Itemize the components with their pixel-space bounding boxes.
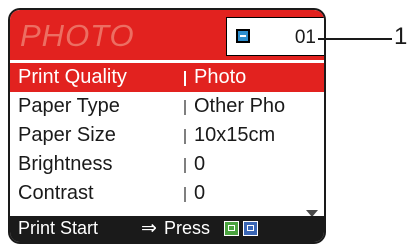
ink-cartridge-icon bbox=[236, 29, 250, 43]
menu-item-brightness[interactable]: Brightness 0 bbox=[10, 150, 324, 179]
separator bbox=[184, 100, 186, 115]
menu-item-paper-size[interactable]: Paper Size 10x15cm bbox=[10, 121, 324, 150]
menu-item-label: Paper Size bbox=[18, 124, 116, 146]
menu-item-value: 0 bbox=[194, 153, 206, 175]
settings-menu: Print Quality Photo Paper Type Other Pho… bbox=[10, 63, 324, 208]
screen-header: PHOTO 01 bbox=[10, 10, 324, 60]
footer-print-start: Print Start bbox=[18, 218, 99, 238]
lcd-screen: PHOTO 01 Print Quality Photo Paper Type … bbox=[8, 8, 326, 244]
menu-item-value: Photo bbox=[194, 66, 247, 88]
menu-item-print-quality[interactable]: Print Quality Photo bbox=[10, 63, 324, 92]
separator bbox=[184, 158, 186, 173]
colour-start-icon bbox=[243, 221, 258, 236]
copy-counter: 01 bbox=[226, 17, 324, 56]
menu-item-contrast[interactable]: Contrast 0 bbox=[10, 179, 324, 208]
separator bbox=[184, 187, 186, 202]
separator bbox=[184, 129, 186, 144]
menu-item-value: 0 bbox=[194, 182, 206, 204]
separator bbox=[184, 71, 186, 86]
menu-item-paper-type[interactable]: Paper Type Other Pho bbox=[10, 92, 324, 121]
menu-item-value: 10x15cm bbox=[194, 124, 276, 146]
callout-number: 1 bbox=[394, 23, 408, 50]
callout-leader-line bbox=[318, 38, 392, 40]
copy-count: 01 bbox=[294, 27, 316, 48]
menu-item-value: Other Pho bbox=[194, 95, 286, 117]
footer-press: Press bbox=[164, 218, 211, 238]
screen-title: PHOTO bbox=[20, 18, 135, 53]
menu-item-label: Paper Type bbox=[18, 95, 120, 117]
mono-start-icon bbox=[224, 221, 239, 236]
menu-item-label: Contrast bbox=[18, 182, 94, 204]
menu-item-label: Print Quality bbox=[18, 66, 127, 88]
right-arrow-icon: ⇒ bbox=[141, 218, 157, 239]
status-bar: Print Start ⇒ Press bbox=[10, 216, 324, 242]
menu-item-label: Brightness bbox=[18, 153, 113, 175]
